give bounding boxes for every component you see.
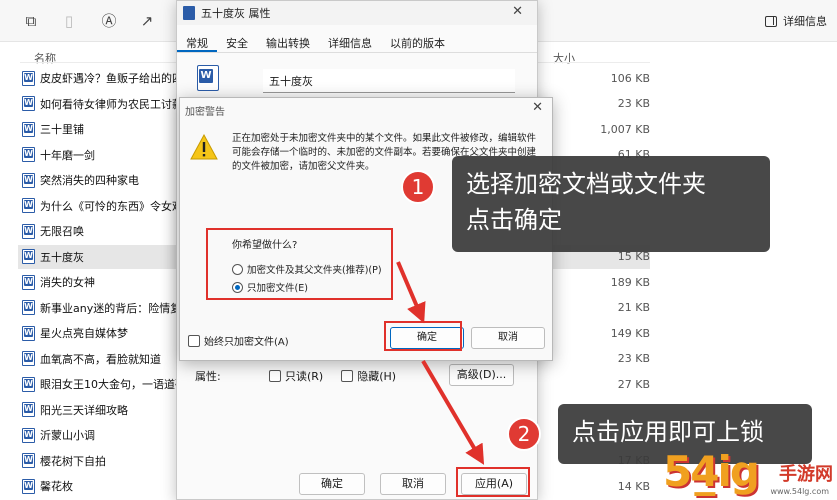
file-size: 21 KB xyxy=(617,301,650,314)
file-size: 23 KB xyxy=(617,352,650,365)
word-doc-icon xyxy=(22,96,35,111)
tab-general[interactable]: 常规 xyxy=(177,31,217,52)
readonly-checkbox[interactable]: 只读(R) xyxy=(269,368,323,384)
tab-output-conversion[interactable]: 输出转换 xyxy=(257,31,319,52)
copy-icon[interactable]: ⧉ xyxy=(22,12,40,30)
file-name: 无限召唤 xyxy=(40,225,84,238)
step-1-callout: 选择加密文档或文件夹 点击确定 xyxy=(452,156,770,252)
file-name: 阳光三天详细攻略 xyxy=(40,403,128,417)
word-doc-icon xyxy=(22,478,35,494)
advanced-button[interactable]: 高级(D)... xyxy=(449,364,514,386)
hidden-label: 隐藏(H) xyxy=(357,370,397,383)
warning-icon xyxy=(190,134,218,160)
close-icon[interactable]: ✕ xyxy=(532,100,543,115)
tab-security[interactable]: 安全 xyxy=(217,31,257,52)
file-size: 14 KB xyxy=(617,479,650,493)
step-1-badge: 1 xyxy=(401,170,435,204)
file-name: 突然消失的四种家电 xyxy=(40,174,139,187)
file-name: 眼泪女王10大金句，一语道破爱 xyxy=(40,378,197,391)
file-size: 1,007 KB xyxy=(600,122,650,136)
file-name: 为什么《可怜的东西》令女观众 xyxy=(40,199,194,213)
file-size: 149 KB xyxy=(610,326,650,340)
word-doc-icon xyxy=(22,351,35,366)
file-name: 消失的女神 xyxy=(40,276,95,289)
column-header-name[interactable]: 名称 xyxy=(34,50,56,66)
file-name: 沂蒙山小调 xyxy=(40,429,95,442)
watermark-url: www.54lg.com xyxy=(770,487,829,496)
step-2-badge: 2 xyxy=(507,417,541,451)
warning-cancel-button[interactable]: 取消 xyxy=(471,327,545,349)
word-doc-icon xyxy=(22,325,35,341)
word-doc-icon xyxy=(183,6,195,20)
checkbox-icon xyxy=(188,334,200,347)
options-highlight xyxy=(206,228,393,300)
word-doc-icon xyxy=(22,172,35,188)
tab-details[interactable]: 详细信息 xyxy=(319,31,381,52)
close-icon[interactable]: ✕ xyxy=(512,4,523,19)
rename-icon[interactable]: Ⓐ xyxy=(100,12,118,30)
word-doc-icon xyxy=(197,65,219,91)
cancel-button[interactable]: 取消 xyxy=(380,473,446,495)
hidden-checkbox[interactable]: 隐藏(H) xyxy=(341,368,396,384)
properties-tabs: 常规 安全 输出转换 详细信息 以前的版本 xyxy=(177,31,537,53)
file-size: 23 KB xyxy=(617,97,650,110)
file-name: 如何看待女律师为农民工讨薪被 xyxy=(40,97,194,111)
watermark-number: 54̲ig xyxy=(663,447,760,496)
file-name: 十年磨一剑 xyxy=(40,148,95,162)
file-name: 星火点亮自媒体梦 xyxy=(40,327,128,340)
file-size: 189 KB xyxy=(610,275,650,289)
tab-previous-versions[interactable]: 以前的版本 xyxy=(381,31,454,52)
word-doc-icon xyxy=(22,147,35,162)
file-name: 馨花枚 xyxy=(40,480,73,493)
details-pane-icon xyxy=(765,15,777,27)
always-encrypt-checkbox[interactable]: 始终只加密文件(A) xyxy=(188,333,289,348)
file-name: 樱花树下自拍 xyxy=(40,454,106,468)
word-doc-icon xyxy=(22,427,35,443)
file-size: 27 KB xyxy=(617,377,650,391)
word-doc-icon xyxy=(22,376,35,392)
apply-highlight xyxy=(456,467,530,497)
word-doc-icon xyxy=(22,402,35,417)
word-doc-icon xyxy=(22,223,35,239)
column-header-size[interactable]: 大小 xyxy=(553,50,575,66)
always-encrypt-label: 始终只加密文件(A) xyxy=(204,337,289,348)
readonly-label: 只读(R) xyxy=(285,370,324,383)
ok-button[interactable]: 确定 xyxy=(299,473,365,495)
details-label: 详细信息 xyxy=(783,15,827,28)
word-doc-icon xyxy=(22,249,35,264)
details-button[interactable]: 详细信息 xyxy=(765,12,827,30)
watermark-text: 手游网 xyxy=(779,464,833,485)
properties-title: 五十度灰 属性 xyxy=(201,7,271,20)
filename-input[interactable]: 五十度灰 xyxy=(263,69,515,93)
warning-title: 加密警告 xyxy=(185,107,225,118)
checkbox-icon xyxy=(341,370,354,382)
file-size: 106 KB xyxy=(610,71,650,85)
word-doc-icon xyxy=(22,70,35,86)
file-name: 血氧高不高，看脸就知道 xyxy=(40,352,161,366)
checkbox-icon xyxy=(269,370,281,382)
word-doc-icon xyxy=(22,300,35,315)
attributes-label: 属性: xyxy=(195,370,221,383)
file-name: 五十度灰 xyxy=(40,250,84,264)
word-doc-icon xyxy=(22,198,35,213)
word-doc-icon xyxy=(22,121,35,137)
properties-title-bar: 五十度灰 属性 ✕ xyxy=(177,1,537,25)
share-icon[interactable]: ↗ xyxy=(138,12,156,30)
word-doc-icon xyxy=(22,453,35,468)
site-watermark-logo: 54̲ig 手游网 www.54lg.com xyxy=(663,440,833,496)
file-name: 三十里铺 xyxy=(40,123,84,136)
paste-icon[interactable]: ▯ xyxy=(60,12,78,30)
ok-highlight xyxy=(384,321,462,351)
word-doc-icon xyxy=(22,274,35,290)
file-name: 新事业any迷的背后：险情复杂 xyxy=(40,301,193,315)
